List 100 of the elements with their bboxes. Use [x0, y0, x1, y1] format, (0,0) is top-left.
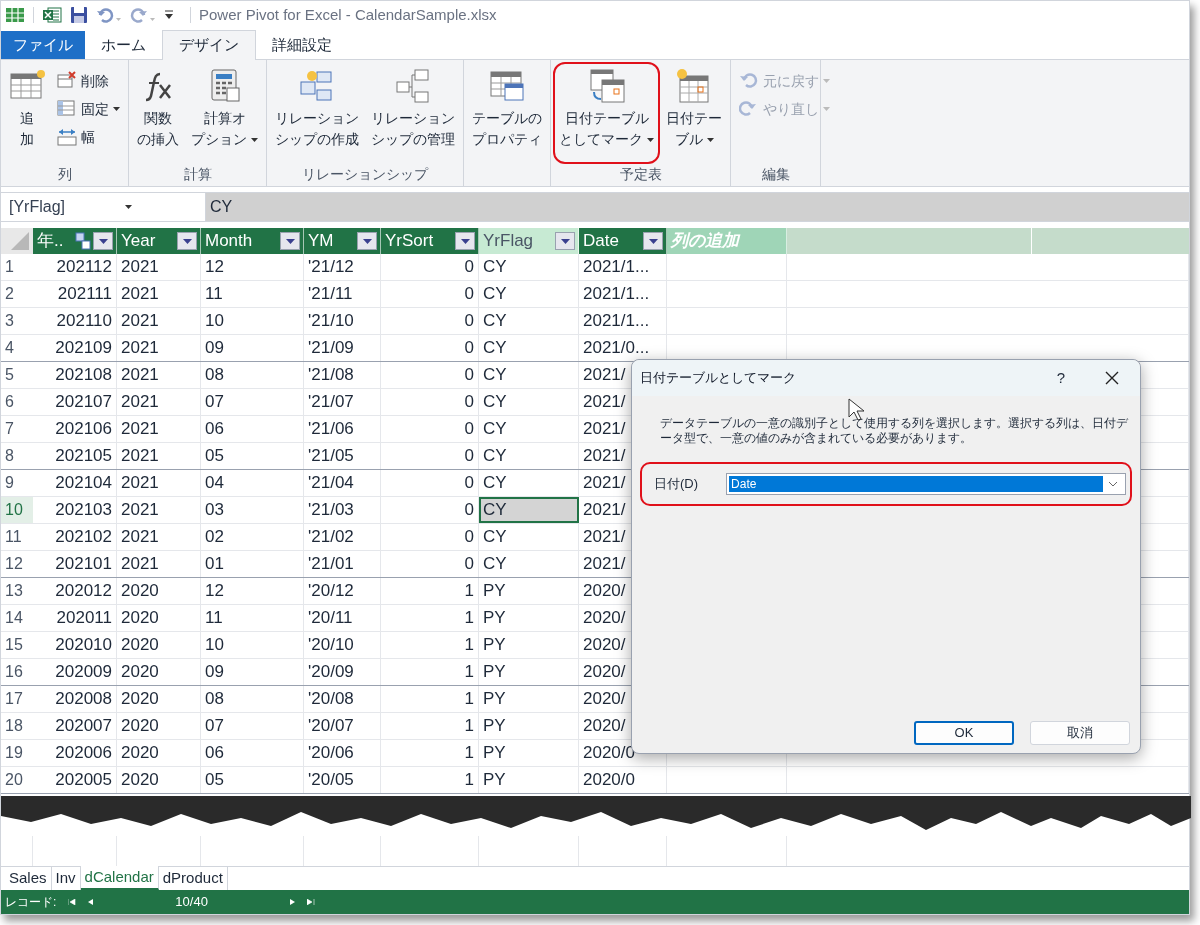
table-cell: 01 — [201, 551, 304, 577]
ribbon-button[interactable]: テーブルの プロパティ — [468, 64, 546, 162]
table-cell: CY — [479, 281, 579, 307]
group-label: 列 — [57, 164, 72, 184]
table-cell: 202107 — [33, 389, 117, 415]
ribbon-button[interactable]: 削除 — [53, 68, 124, 94]
table-cell: PY — [479, 659, 579, 685]
row-number: 18 — [4, 716, 24, 736]
table-cell: 202111 — [33, 281, 117, 307]
ribbon-tab[interactable]: ホーム — [85, 31, 162, 59]
column-header[interactable]: YrSort — [381, 228, 479, 254]
filter-button[interactable] — [93, 232, 113, 250]
first-record-icon — [68, 899, 77, 905]
table-cell: '20/12 — [304, 578, 381, 604]
column-header[interactable]: 年.. — [33, 228, 117, 254]
ribbon-button[interactable]: 固定 — [53, 96, 124, 122]
ribbon-tab[interactable]: デザイン — [162, 30, 256, 60]
table-cell: '21/01 — [304, 551, 381, 577]
dialog-button[interactable]: OK — [914, 721, 1014, 745]
ribbon-button[interactable]: 幅 — [53, 124, 124, 150]
ribbon-button[interactable]: 日付テーブル としてマーク — [555, 64, 658, 162]
column-header[interactable]: YM — [304, 228, 381, 254]
filter-button[interactable] — [455, 232, 475, 250]
table-cell: 09 — [201, 335, 304, 361]
table-cell: 2021 — [117, 416, 201, 442]
table-cell: 2021/1... — [579, 254, 667, 280]
table-cell: 2020 — [117, 632, 201, 658]
filter-button[interactable] — [280, 232, 300, 250]
caret-icon — [98, 238, 108, 244]
table-cell: 202103 — [33, 497, 117, 523]
table-cell: 06 — [201, 740, 304, 766]
row-number: 11 — [4, 527, 23, 547]
ribbon-button[interactable]: 日付テー ブル — [662, 64, 726, 162]
formula-field[interactable]: CY — [206, 193, 1189, 221]
group-label: 予定表 — [619, 164, 662, 184]
caret-icon — [362, 238, 372, 244]
table-cell: 0 — [381, 254, 479, 280]
table-cell: 2021 — [117, 362, 201, 388]
caret-icon — [251, 137, 258, 142]
table-cell: 2021 — [117, 281, 201, 307]
ribbon-button[interactable]: リレーション シップの作成 — [271, 64, 363, 162]
ribbon-button[interactable]: リレーション シップの管理 — [367, 64, 459, 162]
table-cell: PY — [479, 605, 579, 631]
table-cell: 202108 — [33, 362, 117, 388]
row-number: 8 — [4, 446, 15, 466]
ribbon-button[interactable]: 追 加 — [5, 64, 49, 162]
row-number: 12 — [4, 554, 24, 574]
table-cell: 0 — [381, 308, 479, 334]
table-cell: '21/02 — [304, 524, 381, 550]
filter-button[interactable] — [177, 232, 197, 250]
name-box[interactable]: [YrFlag] — [1, 193, 206, 221]
table-cell: '20/07 — [304, 713, 381, 739]
table-cell: 09 — [201, 659, 304, 685]
column-header[interactable]: Month — [201, 228, 304, 254]
redo-icon — [739, 99, 759, 119]
table-cell: 08 — [201, 362, 304, 388]
record-position: 10/40 — [175, 893, 208, 912]
column-header[interactable]: YrFlag — [479, 228, 579, 254]
table-cell: CY — [479, 254, 579, 280]
table-cell: 202010 — [33, 632, 117, 658]
caret-icon — [823, 79, 830, 83]
table-cell: CY — [479, 443, 579, 469]
row-number: 3 — [4, 311, 15, 331]
table-cell: '21/12 — [304, 254, 381, 280]
date-column-dropdown[interactable]: Date — [726, 473, 1126, 495]
table-cell: CY — [479, 389, 579, 415]
table-cell: 202112 — [33, 254, 117, 280]
column-header[interactable]: Date — [579, 228, 667, 254]
table-cell: 2021 — [117, 389, 201, 415]
table-cell: '20/11 — [304, 605, 381, 631]
caret-icon — [460, 238, 470, 244]
ribbon-button[interactable]: 計算オ プション — [187, 64, 262, 162]
table-cell: CY — [479, 362, 579, 388]
row-number: 1 — [4, 257, 15, 277]
filter-button[interactable] — [643, 232, 663, 250]
table-cell: 02 — [201, 524, 304, 550]
dialog-button[interactable]: 取消 — [1030, 721, 1130, 745]
caret-icon — [113, 107, 120, 111]
table-cell: '21/10 — [304, 308, 381, 334]
row-number: 14 — [4, 608, 24, 628]
help-button[interactable]: ? — [1038, 360, 1084, 396]
table-cell: 2020 — [117, 578, 201, 604]
table-cell: 10 — [201, 308, 304, 334]
ribbon-tab[interactable]: ファイル — [1, 31, 85, 59]
column-header[interactable]: Year — [117, 228, 201, 254]
table-cell: PY — [479, 578, 579, 604]
ribbon-tab[interactable]: 詳細設定 — [256, 31, 348, 59]
save-icon — [70, 6, 88, 24]
width-icon — [57, 127, 77, 147]
caret-icon — [706, 137, 714, 142]
filter-button[interactable] — [357, 232, 377, 250]
ribbon-button[interactable]: 関数 の挿入 — [133, 64, 183, 162]
app-icon — [5, 5, 25, 25]
filter-button[interactable] — [555, 232, 575, 250]
table-cell: '20/06 — [304, 740, 381, 766]
table-cell: 03 — [201, 497, 304, 523]
sheet-tab[interactable]: dCalendar — [80, 866, 159, 890]
table-cell: CY — [479, 416, 579, 442]
table-cell: 0 — [381, 335, 479, 361]
table-cell: CY — [479, 497, 579, 523]
